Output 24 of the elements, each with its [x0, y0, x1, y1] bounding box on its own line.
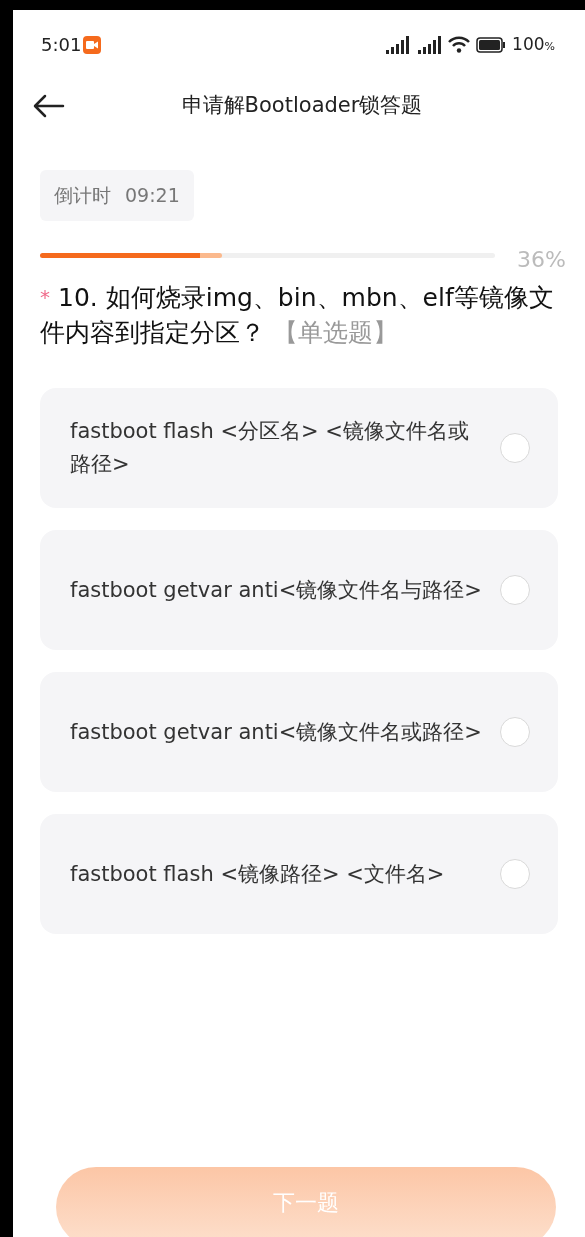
answer-option[interactable]: fastboot flash <分区名> <镜像文件名或路径>	[40, 388, 558, 508]
answer-option[interactable]: fastboot getvar anti<镜像文件名与路径>	[40, 530, 558, 650]
signal-icon	[416, 35, 443, 54]
back-arrow-icon[interactable]	[33, 94, 65, 118]
option-text: fastboot flash <分区名> <镜像文件名或路径>	[70, 418, 470, 478]
option-text: fastboot flash <镜像路径> <文件名>	[70, 860, 446, 888]
status-time: 5:01	[41, 33, 82, 57]
answer-option[interactable]: fastboot flash <镜像路径> <文件名>	[40, 814, 558, 934]
progress-percent: 36%	[517, 246, 566, 274]
option-text: fastboot getvar anti<镜像文件名与路径>	[70, 576, 483, 604]
question-text: * 10. 如何烧录img、bin、mbn、elf等镜像文件内容到指定分区？ 【单选题】	[40, 282, 555, 349]
radio-button[interactable]	[500, 859, 530, 889]
battery-level: 100%	[512, 32, 555, 56]
option-text: fastboot getvar anti<镜像文件名或路径>	[70, 718, 483, 746]
radio-button[interactable]	[500, 575, 530, 605]
video-recording-icon	[83, 35, 102, 54]
answer-option[interactable]: fastboot getvar anti<镜像文件名或路径>	[40, 672, 558, 792]
wifi-icon	[448, 36, 471, 53]
page-title: 申请解Bootloader锁答题	[181, 92, 423, 120]
battery-icon	[476, 36, 507, 53]
radio-button[interactable]	[500, 433, 530, 463]
signal-icon	[384, 35, 411, 54]
countdown-timer: 倒计时 09:21	[40, 170, 194, 221]
radio-button[interactable]	[500, 717, 530, 747]
